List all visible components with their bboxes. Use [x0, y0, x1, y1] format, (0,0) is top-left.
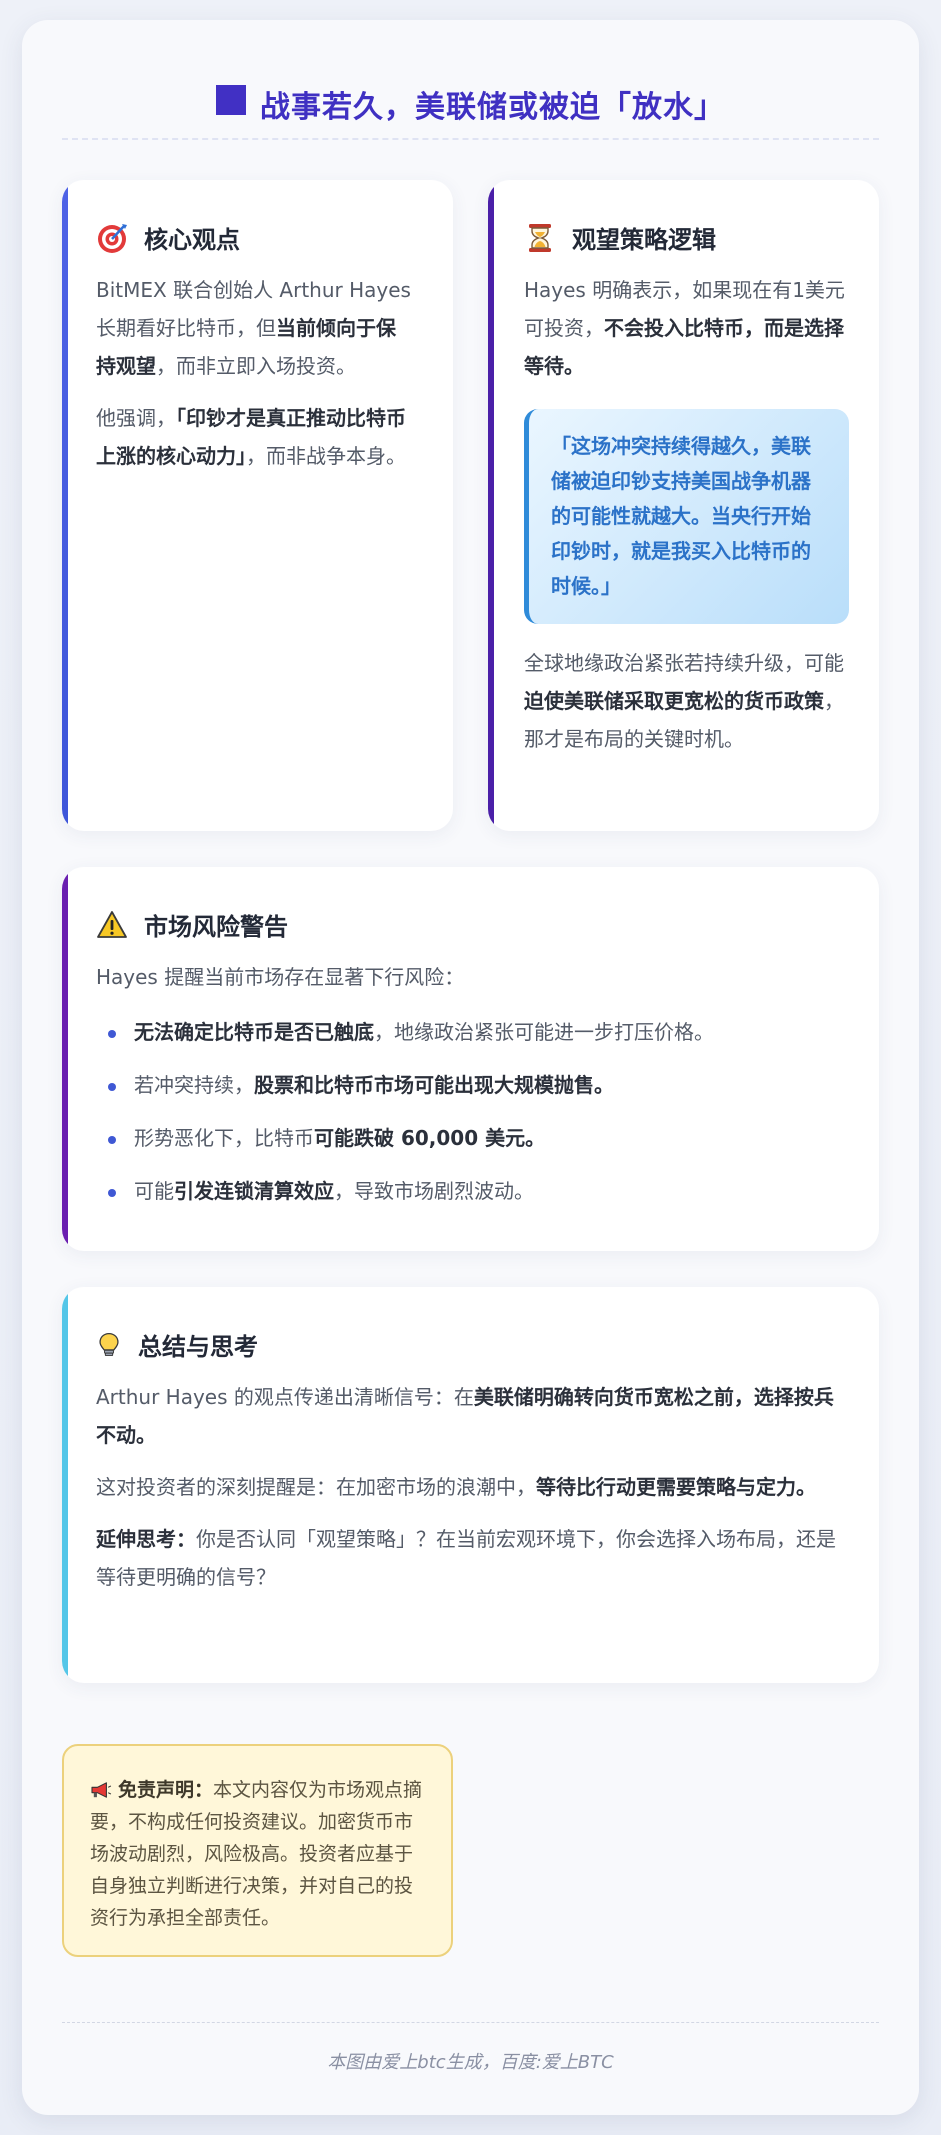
- core-view-card: 核心观点 BitMEX 联合创始人 Arthur Hayes 长期看好比特币，但…: [62, 180, 453, 831]
- strategy-paragraph-1: Hayes 明确表示，如果现在有1美元可投资，不会投入比特币，而是选择等待。: [524, 278, 845, 378]
- footer-credit: 本图由爱上btc生成，百度:爱上BTC: [327, 2052, 614, 2073]
- hourglass-icon: [529, 223, 551, 252]
- warning-icon: [97, 910, 127, 938]
- list-item: 若冲突持续，股票和比特币市场可能出现大规模抛售。: [96, 1068, 839, 1102]
- strategy-header: 观望策略逻辑: [524, 220, 849, 255]
- disclaimer-box: 免责声明：本文内容仅为市场观点摘要，不构成任何投资建议。加密货币市场波动剧烈，风…: [62, 1744, 453, 1957]
- title-square-icon: [216, 85, 246, 115]
- summary-paragraph-2: 这对投资者的深刻提醒是：在加密市场的浪潮中，等待比行动更需要策略与定力。: [96, 1475, 816, 1499]
- summary-title: 总结与思考: [138, 1333, 258, 1361]
- disclaimer-label: 免责声明：: [118, 1779, 214, 1801]
- page: 战事若久，美联储或被迫「放水」 核心观点 BitMEX 联合创始人 Arthur…: [22, 20, 919, 2115]
- megaphone-icon: [91, 1782, 112, 1798]
- core-view-paragraph-1: BitMEX 联合创始人 Arthur Hayes 长期看好比特币，但当前倾向于…: [96, 278, 411, 378]
- list-item: 可能引发连锁清算效应，导致市场剧烈波动。: [96, 1174, 839, 1208]
- summary-paragraph-3: 延伸思考：你是否认同「观望策略」？在当前宏观环境下，你会选择入场布局，还是等待更…: [96, 1527, 836, 1589]
- summary-paragraph-1: Arthur Hayes 的观点传递出清晰信号：在美联储明确转向货币宽松之前，选…: [96, 1385, 834, 1447]
- hayes-quote: 「这场冲突持续得越久，美联储被迫印钞支持美国战争机器的可能性就越大。当央行开始印…: [524, 409, 849, 624]
- risk-list: 无法确定比特币是否已触底，地缘政治紧张可能进一步打压价格。 若冲突持续，股票和比…: [96, 1015, 839, 1208]
- summary-header: 总结与思考: [96, 1327, 845, 1362]
- strategy-paragraph-2: 全球地缘政治紧张若持续升级，可能迫使美联储采取更宽松的货币政策，那才是布局的关键…: [524, 651, 844, 751]
- core-view-paragraph-2: 他强调，「印钞才是真正推动比特币上涨的核心动力」，而非战争本身。: [96, 406, 406, 468]
- strategy-title: 观望策略逻辑: [572, 226, 716, 254]
- lightbulb-icon: [99, 1332, 119, 1356]
- footer-divider: [62, 2022, 879, 2023]
- risk-card: 市场风险警告 Hayes 提醒当前市场存在显著下行风险： 无法确定比特币是否已触…: [62, 867, 879, 1251]
- header: 战事若久，美联储或被迫「放水」: [62, 58, 879, 140]
- summary-card: 总结与思考 Arthur Hayes 的观点传递出清晰信号：在美联储明确转向货币…: [62, 1287, 879, 1683]
- list-item: 无法确定比特币是否已触底，地缘政治紧张可能进一步打压价格。: [96, 1015, 839, 1049]
- core-view-title: 核心观点: [144, 226, 240, 254]
- disclaimer-text: 本文内容仅为市场观点摘要，不构成任何投资建议。加密货币市场波动剧烈，风险极高。投…: [90, 1779, 423, 1929]
- risk-header: 市场风险警告: [96, 907, 839, 942]
- risk-title: 市场风险警告: [144, 913, 288, 941]
- core-view-header: 核心观点: [96, 220, 413, 255]
- target-icon: [98, 223, 127, 253]
- list-item: 形势恶化下，比特币可能跌破 60,000 美元。: [96, 1121, 839, 1155]
- strategy-card: 观望策略逻辑 Hayes 明确表示，如果现在有1美元可投资，不会投入比特币，而是…: [488, 180, 879, 831]
- risk-intro: Hayes 提醒当前市场存在显著下行风险：: [96, 965, 465, 989]
- page-title: 战事若久，美联储或被迫「放水」: [260, 90, 725, 125]
